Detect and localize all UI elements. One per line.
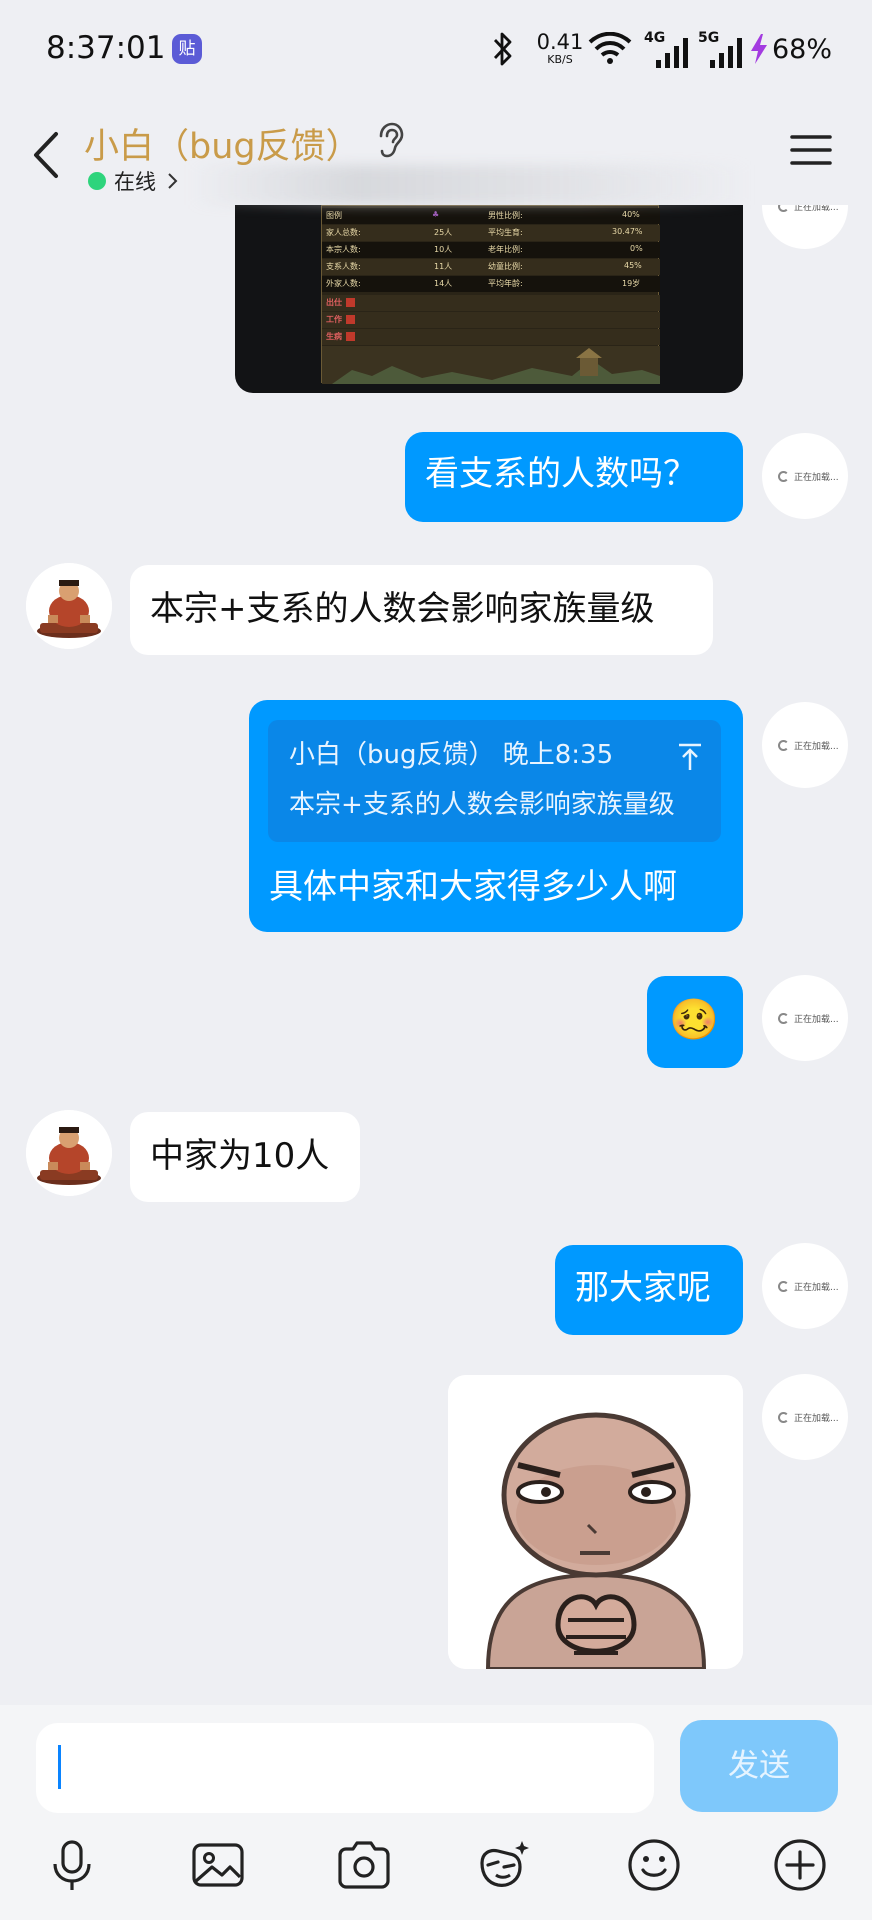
peer-avatar-image	[26, 563, 112, 649]
plus-icon[interactable]	[772, 1837, 828, 1893]
avatar-loading-text: 正在加载...	[794, 473, 839, 483]
game-scenery	[322, 346, 660, 384]
message-text: 那大家呢	[575, 1268, 711, 1308]
quoted-message-card[interactable]: 小白（bug反馈） 晚上8:35 本宗+支系的人数会影响家族量级	[268, 720, 721, 842]
peer-avatar[interactable]	[26, 563, 112, 649]
chat-header: 小白（bug反馈） 在线	[0, 100, 872, 205]
signal-4g-icon: 4G	[644, 30, 688, 68]
microphone-icon[interactable]	[44, 1837, 100, 1893]
message-bubble-incoming[interactable]: 中家为10人	[130, 1112, 360, 1202]
input-area: 发送	[0, 1705, 872, 1920]
avatar-loading-text: 正在加载...	[794, 742, 839, 752]
chevron-right-icon	[168, 173, 178, 189]
thinking-face-sticker-image	[448, 1375, 743, 1669]
online-status-text[interactable]: 在线	[114, 166, 156, 196]
bluetooth-icon	[493, 32, 512, 66]
sticker-app-icon: 贴	[172, 34, 202, 64]
status-time: 8:37:01	[46, 30, 166, 66]
emoji-icon[interactable]	[626, 1837, 682, 1893]
send-button[interactable]: 发送	[680, 1720, 838, 1812]
quote-header: 小白（bug反馈） 晚上8:35	[289, 740, 614, 770]
avatar-loading-text: 正在加载...	[794, 1414, 839, 1424]
peer-avatar[interactable]	[26, 1110, 112, 1196]
wifi-icon	[588, 32, 632, 64]
header-blur-overlay	[190, 165, 750, 205]
text-caret	[58, 1745, 61, 1789]
message-text: 中家为10人	[150, 1136, 330, 1176]
message-bubble-outgoing-reply[interactable]: 小白（bug反馈） 晚上8:35 本宗+支系的人数会影响家族量级 具体中家和大家…	[249, 700, 743, 932]
status-indicators: 0.41 KB/S 4G 5G 68%	[492, 26, 872, 74]
jump-to-message-icon[interactable]	[677, 742, 703, 772]
battery-percentage: 68%	[772, 34, 833, 65]
message-bubble-outgoing-emoji[interactable]: 🥴	[647, 976, 743, 1068]
loading-spinner-icon	[778, 471, 789, 482]
message-text: 看支系的人数吗？	[425, 454, 697, 494]
message-bubble-outgoing[interactable]: 看支系的人数吗？	[405, 432, 743, 522]
message-text: 本宗+支系的人数会影响家族量级	[150, 589, 655, 629]
loading-spinner-icon	[778, 1281, 789, 1292]
charging-bolt-icon	[751, 34, 767, 64]
self-avatar[interactable]: 正在加载...	[762, 433, 848, 519]
ear-icon[interactable]	[376, 122, 404, 158]
image-icon[interactable]	[190, 1837, 246, 1893]
emoji-woozy-icon: 🥴	[669, 997, 719, 1043]
self-avatar[interactable]: 正在加载...	[762, 1243, 848, 1329]
chat-title[interactable]: 小白（bug反馈）	[84, 118, 361, 169]
sticker-icon[interactable]	[476, 1837, 532, 1893]
menu-icon[interactable]	[790, 132, 832, 168]
loading-spinner-icon	[778, 1412, 789, 1423]
avatar-loading-text: 正在加载...	[794, 1283, 839, 1293]
loading-spinner-icon	[778, 740, 789, 751]
message-bubble-incoming[interactable]: 本宗+支系的人数会影响家族量级	[130, 565, 713, 655]
image-message-game-stats[interactable]: 图例 ♣ 男性比例: 40% 家人总数: 25人 平均生育: 30.47% 本宗…	[235, 205, 743, 393]
status-bar: 8:37:01 贴 0.41 KB/S 4G 5G 68%	[0, 0, 872, 100]
message-bubble-outgoing[interactable]: 那大家呢	[555, 1245, 743, 1335]
peer-avatar-image	[26, 1110, 112, 1196]
camera-icon[interactable]	[336, 1837, 392, 1893]
self-avatar[interactable]: 正在加载...	[762, 1374, 848, 1460]
quote-text: 本宗+支系的人数会影响家族量级	[289, 790, 675, 820]
message-text: 具体中家和大家得多少人啊	[269, 867, 677, 907]
avatar-loading-text: 正在加载...	[794, 1015, 839, 1025]
self-avatar[interactable]: 正在加载...	[762, 702, 848, 788]
network-speed: 0.41 KB/S	[536, 30, 584, 66]
self-avatar[interactable]: 正在加载...	[762, 975, 848, 1061]
loading-spinner-icon	[778, 1013, 789, 1024]
sticker-message-thinking-face[interactable]	[448, 1375, 743, 1669]
online-status-dot	[88, 172, 106, 190]
game-stats-panel: 图例 ♣ 男性比例: 40% 家人总数: 25人 平均生育: 30.47% 本宗…	[321, 205, 660, 384]
back-icon[interactable]	[30, 128, 62, 182]
signal-5g-icon: 5G	[698, 30, 742, 68]
chat-message-list[interactable]: 图例 ♣ 男性比例: 40% 家人总数: 25人 平均生育: 30.47% 本宗…	[0, 0, 872, 1705]
message-input[interactable]	[36, 1723, 654, 1813]
